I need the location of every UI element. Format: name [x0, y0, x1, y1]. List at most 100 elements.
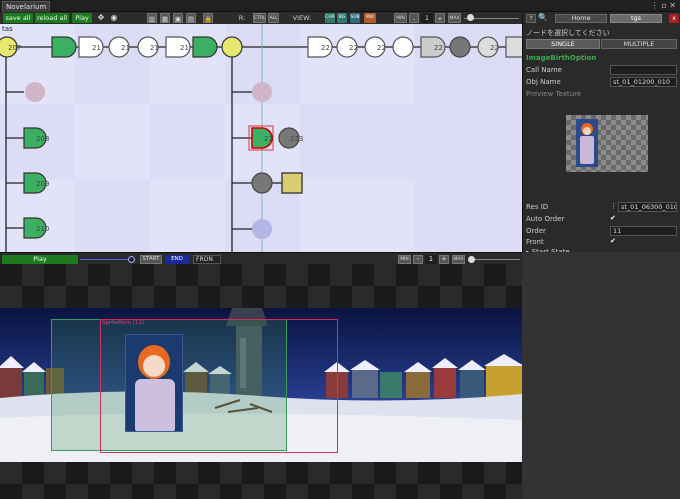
node-number: 21 — [92, 44, 101, 52]
preview-texture — [566, 115, 648, 172]
preview-zoom-min-button[interactable]: MIN — [398, 255, 411, 264]
r-label: R: — [238, 14, 246, 22]
character-sprite[interactable] — [125, 334, 183, 432]
frame-icon[interactable]: ▣ — [173, 13, 183, 23]
obj-name-field[interactable]: st_01_01200_010 — [610, 77, 677, 87]
node-number: 223 — [290, 135, 303, 143]
node-graph[interactable]: 207 21 21 21 21 22 22 22 22 22 208 209 2… — [0, 24, 522, 252]
mode-multiple-button[interactable]: MULTIPLE — [601, 39, 677, 49]
res-id-field[interactable]: st_01_06300_010 — [618, 202, 677, 212]
zoom-value[interactable]: 1 — [421, 13, 433, 23]
order-field[interactable]: 11 — [610, 226, 677, 236]
timeline-handle[interactable] — [128, 256, 135, 263]
node-number: 210 — [36, 225, 49, 233]
node-number: 209 — [36, 180, 49, 188]
view-label: VIEW: — [292, 14, 312, 22]
order-label: Order — [526, 227, 546, 235]
zoom-min-button[interactable]: MIN — [394, 13, 407, 23]
front-checkbox[interactable]: ✔ — [610, 237, 618, 245]
move-icon[interactable]: ✥ — [96, 13, 106, 23]
empty-side-panel — [522, 252, 680, 499]
canvas-grid — [0, 24, 415, 252]
node-number: 21 — [121, 44, 130, 52]
node-ghost — [252, 82, 272, 102]
view-bg-button[interactable]: BG — [337, 13, 347, 23]
zoom-minus-button[interactable]: - — [409, 13, 419, 23]
preview-zoom-plus-button[interactable]: + — [439, 255, 449, 264]
r-ctrl-button[interactable]: CTRL — [253, 13, 266, 23]
node-ghost — [25, 82, 45, 102]
obj-name-label: Obj Name — [526, 78, 561, 86]
node-circle — [251, 172, 273, 194]
toolbar: save all reload all Play ✥ ◉ ▨ ▦ ▣ ▤ 🔒 R… — [0, 12, 522, 24]
node-square — [281, 172, 303, 194]
node-circle — [449, 36, 471, 58]
zoom-max-button[interactable]: MAX — [448, 13, 461, 23]
auto-order-label: Auto Order — [526, 215, 565, 223]
res-id-menu-icon[interactable]: ⋮ — [610, 202, 617, 212]
node-ghost — [252, 219, 272, 239]
tab-tgs[interactable]: tgs — [610, 14, 662, 23]
save-all-button[interactable]: save all — [3, 13, 33, 23]
preview-texture-label: Preview Texture — [526, 90, 582, 98]
camera-icon[interactable]: ◉ — [109, 13, 119, 23]
node-number: 22 — [349, 44, 358, 52]
zoom-plus-button[interactable]: + — [435, 13, 445, 23]
title-bar — [0, 0, 680, 12]
scene-preview[interactable]: SpriteBorn (11) — [0, 264, 522, 499]
layout-icon[interactable]: ▨ — [147, 13, 157, 23]
timeline-track[interactable] — [80, 259, 130, 260]
node-branch — [221, 36, 243, 58]
preview-play-button[interactable]: Play — [2, 255, 78, 264]
view-sub-button[interactable]: SUB — [350, 13, 360, 23]
preview-zoom-slider-track[interactable] — [468, 259, 520, 260]
lock-icon[interactable]: 🔒 — [203, 13, 213, 23]
node-number: 22 — [490, 44, 499, 52]
front-label: Front — [526, 238, 544, 246]
canvas-label: tas — [2, 25, 13, 33]
front-field[interactable]: FRON — [193, 255, 221, 264]
sprite-label: SpriteBorn (11) — [102, 320, 145, 326]
play-button[interactable]: Play — [72, 13, 92, 23]
select-node-prompt: ノードを選択してください — [526, 29, 610, 37]
node-number: 22 — [264, 135, 273, 143]
tab-home[interactable]: Home — [555, 14, 607, 23]
node-circle — [392, 36, 414, 58]
node-number: 207 — [8, 44, 21, 52]
panel-icon[interactable]: ▤ — [186, 13, 196, 23]
call-name-label: Call Name — [526, 66, 562, 74]
playback-bar: Play START END FRON MIN - 1 + MAX — [0, 252, 522, 264]
close-icon[interactable]: x — [669, 14, 679, 23]
call-name-field[interactable] — [610, 65, 677, 75]
end-button[interactable]: END — [165, 255, 189, 264]
mode-single-button[interactable]: SINGLE — [526, 39, 600, 49]
zoom-slider-handle[interactable] — [467, 14, 474, 21]
preview-character-image — [576, 119, 598, 167]
nav-button[interactable]: ↑ — [526, 14, 536, 23]
search-icon[interactable]: 🔍 — [538, 13, 550, 23]
auto-order-checkbox[interactable]: ✔ — [610, 214, 618, 222]
preview-zoom-value[interactable]: 1 — [425, 255, 437, 264]
node-number: 208 — [36, 135, 49, 143]
window-controls[interactable]: ⋮ ▫ ✕ — [651, 0, 676, 11]
inspector-panel: ↑ 🔍 Home tgs x ノードを選択してください SINGLE MULTI… — [522, 12, 680, 256]
node-canvas[interactable]: 207 21 21 21 21 22 22 22 22 22 208 209 2… — [0, 24, 522, 252]
node-number: 22 — [377, 44, 386, 52]
window-tab[interactable]: Novelarium — [2, 1, 50, 12]
preview-zoom-slider-handle[interactable] — [468, 256, 475, 263]
grid-icon[interactable]: ▦ — [160, 13, 170, 23]
node-number: 21 — [180, 44, 189, 52]
preview-zoom-minus-button[interactable]: - — [413, 255, 423, 264]
view-chr-button[interactable]: CHR — [325, 13, 335, 23]
section-title: ImageBirthOption — [526, 54, 597, 62]
view-mix-button[interactable]: MIX — [364, 13, 376, 23]
preview-zoom-max-button[interactable]: MAX — [452, 255, 465, 264]
r-all-button[interactable]: ALL — [268, 13, 279, 23]
start-button[interactable]: START — [140, 255, 162, 264]
node-d — [505, 36, 522, 58]
node-image — [192, 36, 218, 58]
res-id-label: Res ID — [526, 203, 549, 211]
node-number: 22 — [434, 44, 443, 52]
reload-all-button[interactable]: reload all — [35, 13, 69, 23]
node-number: 22 — [321, 44, 330, 52]
